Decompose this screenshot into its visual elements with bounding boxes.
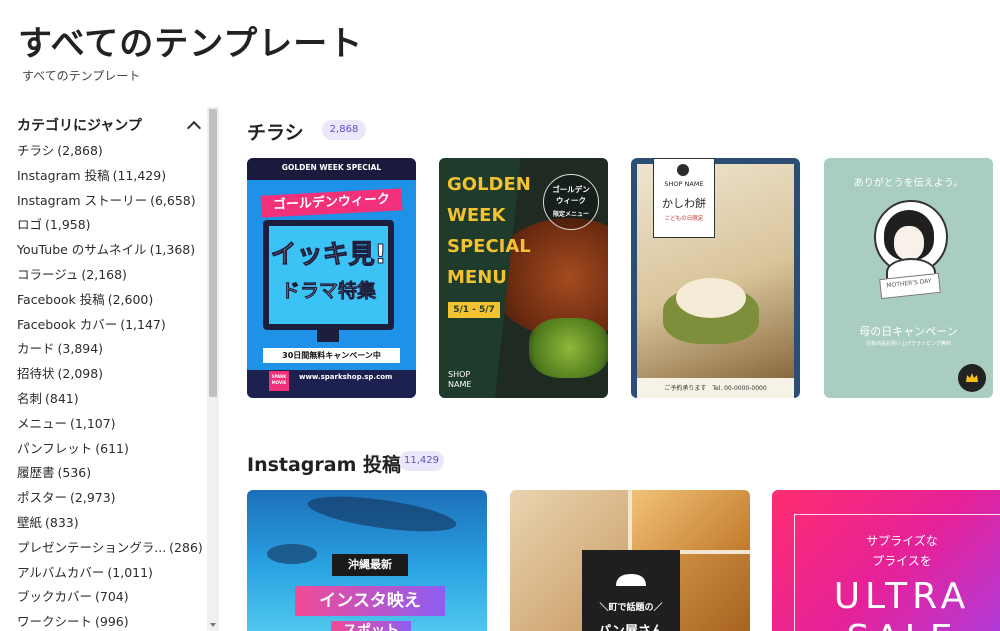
page-title: すべてのテンプレート [18,24,364,64]
category-item-card[interactable]: カード (3,894) [17,340,207,365]
card-text: SHOP NAME [664,180,704,188]
card-text: ありがとうを伝えよう。 [853,178,964,189]
card-text: 母の日キャンペーン [859,325,958,338]
category-item-wallpaper[interactable]: 壁紙 (833) [17,514,207,539]
card-text: プライスを [872,554,932,568]
card-text: ゴールデンウィーク [260,188,403,218]
template-card-bakery-post[interactable]: ＼町で話題の／ パン屋さん [510,490,750,631]
section-title-instagram-post: Instagram 投稿 [247,454,402,476]
card-text: ご予約承ります Tel. 00-0000-0000 [664,385,767,392]
card-text: SHOP [448,370,471,379]
category-item-menu[interactable]: メニュー (1,107) [17,415,207,440]
section-title-flyer: チラシ [247,122,304,144]
category-item-facebook-cover[interactable]: Facebook カバー (1,147) [17,316,207,341]
category-item-logo[interactable]: ロゴ (1,958) [17,216,207,241]
card-text: ULTRA [833,576,971,617]
category-item-instagram-story[interactable]: Instagram ストーリー (6,658) [17,192,207,217]
template-card-golden-week-menu[interactable]: GOLDEN WEEK SPECIAL MENU 5/1 - 5/7 ゴールデン… [439,158,608,398]
bread-icon [616,574,646,586]
premium-crown-badge [958,364,986,392]
card-text: 5/1 - 5/7 [448,302,500,318]
category-sidebar: カテゴリにジャンプ チラシ (2,868) Instagram 投稿 (11,429… [0,107,220,631]
template-card-kashiwa-mochi[interactable]: SHOP NAME かしわ餅 こどもの日限定 ご予約承ります Tel. 00-0… [631,158,800,398]
card-text: GOLDEN WEEK SPECIAL [281,163,382,172]
crown-icon [966,373,978,382]
card-text: イッキ見! [270,240,387,271]
card-text: SALE [812,618,992,631]
card-text: ＼町で話題の／ [599,603,663,613]
card-text: 沖縄最新 [332,554,408,576]
card-text: パン屋さん [582,620,680,631]
category-item-resume[interactable]: 履歴書 (536) [17,464,207,489]
card-text: スポット [331,621,411,631]
card-text: SPECIAL [447,236,531,257]
card-text: NAME [448,380,472,389]
category-item-poster[interactable]: ポスター (2,973) [17,489,207,514]
template-card-ultra-sale-post[interactable]: サプライズな プライスを ULTRA SALE [772,490,1000,631]
breadcrumb[interactable]: すべてのテンプレート [22,67,140,84]
category-jump-header[interactable]: カテゴリにジャンプ [17,115,202,135]
section-count-badge: 11,429 [399,451,444,471]
card-text: ゴールデン [552,185,590,194]
category-item-business-card[interactable]: 名刺 (841) [17,390,207,415]
category-item-instagram-post[interactable]: Instagram 投稿 (11,429) [17,167,207,192]
card-text: ドラマ特集 [280,280,377,303]
category-item-album-cover[interactable]: アルバムカバー (1,011) [17,564,207,589]
category-item-brochure[interactable]: パンフレット (611) [17,440,207,465]
scrollbar-thumb[interactable] [209,109,217,397]
card-text: GOLDEN [447,174,531,195]
template-card-okinawa-post[interactable]: 沖縄最新 インスタ映え スポット [247,490,487,631]
category-item-presentation-graphic[interactable]: プレゼンテーショングラ... (286) [17,539,207,564]
category-item-facebook-post[interactable]: Facebook 投稿 (2,600) [17,291,207,316]
card-text: WEEK [447,205,506,226]
sidebar-scrollbar[interactable] [207,107,219,631]
template-card-mothers-day[interactable]: ありがとうを伝えよう。 MOTHER'S DAY 母の日キャンペーン 対象商品お… [824,158,993,398]
card-text: MOVIE [271,380,287,385]
scroll-down-arrow-icon[interactable] [210,623,216,627]
whale-shark [305,490,459,539]
card-text: サプライズな [866,534,938,548]
card-text: ウィーク [556,196,586,205]
category-item-collage[interactable]: コラージュ (2,168) [17,266,207,291]
card-text: www.sparkshop.sp.com [299,373,393,381]
card-text: 限定メニュー [552,211,589,218]
section-count-badge: 2,868 [322,120,366,140]
card-text: かしわ餅 [662,197,706,210]
card-text: MENU [447,267,507,288]
category-jump-label: カテゴリにジャンプ [17,118,142,134]
category-item-invitation[interactable]: 招待状 (2,098) [17,365,207,390]
card-text: 対象商品お買い上げでラッピング無料 [865,341,951,347]
category-item-flyer[interactable]: チラシ (2,868) [17,142,207,167]
category-item-worksheet[interactable]: ワークシート (996) [17,613,207,631]
template-card-drama-flyer[interactable]: GOLDEN WEEK SPECIAL ゴールデンウィーク イッキ見! ドラマ特… [247,158,416,398]
card-text: インスタ映え [295,586,445,616]
chevron-up-icon[interactable] [186,120,202,135]
category-list: チラシ (2,868) Instagram 投稿 (11,429) Instagra… [17,142,207,631]
card-text: 30日間無料キャンペーン中 [263,348,400,363]
card-text: こどもの日限定 [664,216,704,222]
category-item-book-cover[interactable]: ブックカバー (704) [17,588,207,613]
category-item-youtube-thumbnail[interactable]: YouTube のサムネイル (1,368) [17,241,207,266]
card-text: SPARK [271,374,287,379]
